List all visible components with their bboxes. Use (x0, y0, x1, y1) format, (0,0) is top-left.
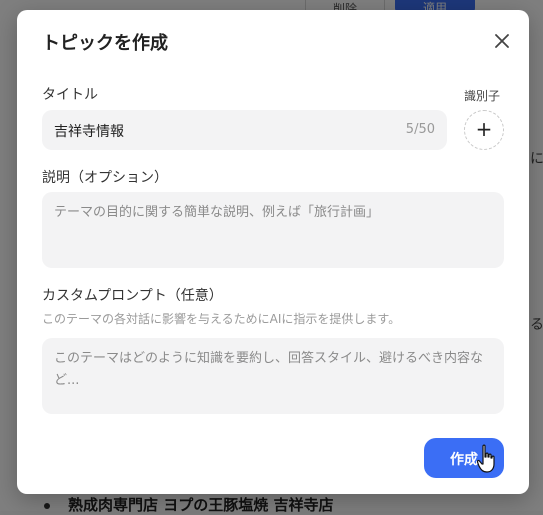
custom-prompt-label: カスタムプロンプト（任意） (42, 288, 223, 304)
char-counter: 5/50 (405, 122, 435, 137)
dialog-title: トピックを作成 (42, 33, 168, 54)
create-topic-dialog: トピックを作成 タイトル 識別子 吉祥寺情報 5/50 + 説明（オプション） … (17, 10, 529, 494)
close-icon (495, 34, 509, 48)
description-field[interactable]: テーマの目的に関する簡単な説明、例えば「旅行計画」 (42, 192, 504, 268)
create-button-label: 作成 (450, 452, 478, 468)
plus-icon: + (475, 117, 493, 141)
identifier-label: 識別子 (464, 89, 501, 103)
description-placeholder: テーマの目的に関する簡単な説明、例えば「旅行計画」 (54, 205, 380, 220)
hand-cursor-icon (477, 444, 495, 473)
title-label: タイトル (42, 87, 98, 103)
custom-prompt-helper: このテーマの各対話に影響を与えるためにAIに指示を提供します。 (42, 312, 401, 326)
close-button[interactable] (491, 30, 513, 52)
description-label: 説明（オプション） (42, 170, 168, 186)
custom-prompt-field[interactable]: このテーマはどのように知識を要約し、回答スタイル、避けるべき内容など... (42, 338, 504, 414)
title-input-value: 吉祥寺情報 (54, 124, 124, 140)
add-identifier-button[interactable]: + (464, 110, 504, 150)
custom-prompt-placeholder: このテーマはどのように知識を要約し、回答スタイル、避けるべき内容など... (54, 351, 484, 388)
title-input[interactable]: 吉祥寺情報 5/50 (42, 110, 447, 150)
